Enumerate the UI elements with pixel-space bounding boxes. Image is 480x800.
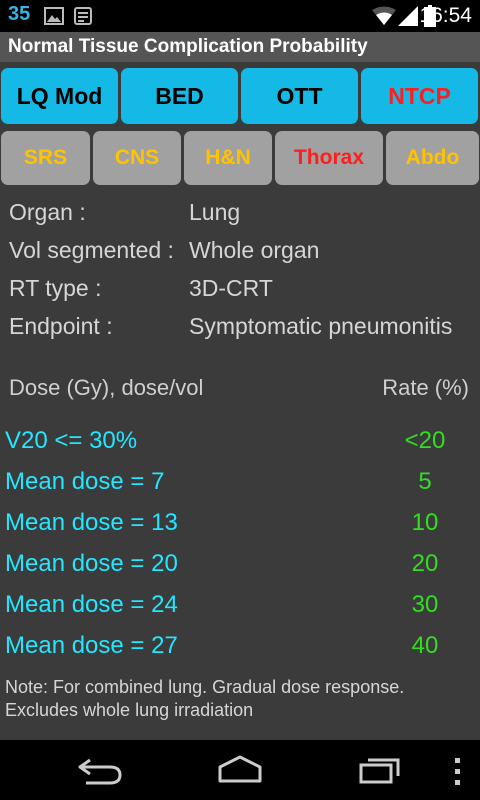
page-title: Normal Tissue Complication Probability (8, 36, 368, 57)
news-icon (74, 7, 92, 25)
vol-segmented-value: Whole organ (189, 237, 320, 263)
category-label: Abdo (405, 146, 460, 169)
notification-count: 35 (8, 3, 31, 25)
rate-cell: 20 (411, 550, 439, 577)
dose-cell: Mean dose = 27 (5, 632, 178, 659)
category-thorax-button[interactable]: Thorax (275, 131, 383, 185)
rate-cell: 5 (418, 468, 432, 495)
tab-lq-mod[interactable]: LQ Mod (1, 68, 118, 124)
navigation-bar (0, 740, 480, 800)
endpoint-value: Symptomatic pneumonitis (189, 313, 453, 339)
footnote: Note: For combined lung. Gradual dose re… (5, 677, 405, 720)
image-icon (44, 7, 64, 25)
clock: 16:54 (419, 4, 472, 27)
rt-type-label: RT type : (9, 275, 102, 301)
recent-apps-icon[interactable] (358, 754, 404, 784)
vol-segmented-label: Vol segmented : (9, 237, 174, 263)
tab-ott[interactable]: OTT (241, 68, 358, 124)
tab-ntcp[interactable]: NTCP (361, 68, 478, 124)
category-label: H&N (205, 146, 251, 169)
tab-label: BED (155, 82, 204, 109)
overflow-menu-icon[interactable] (453, 758, 463, 786)
category-abdo-button[interactable]: Abdo (386, 131, 479, 185)
rate-cell: 30 (411, 591, 439, 618)
tab-bed[interactable]: BED (121, 68, 238, 124)
organ-value: Lung (189, 199, 241, 225)
organ-label: Organ : (9, 199, 86, 225)
category-hn-button[interactable]: H&N (184, 131, 272, 185)
category-label: CNS (114, 146, 160, 169)
back-icon[interactable] (76, 756, 124, 786)
home-icon[interactable] (216, 754, 264, 784)
dose-column-header: Dose (Gy), dose/vol (9, 375, 204, 400)
rate-cell: 10 (411, 509, 439, 536)
wifi-icon (372, 6, 396, 25)
category-srs-button[interactable]: SRS (1, 131, 90, 185)
rate-column-header: Rate (%) (382, 375, 469, 400)
signal-icon (398, 6, 418, 26)
dose-cell: Mean dose = 13 (5, 509, 178, 536)
tab-label: NTCP (388, 82, 451, 109)
tab-label: LQ Mod (16, 82, 103, 109)
endpoint-label: Endpoint : (9, 313, 113, 339)
tab-label: OTT (276, 82, 323, 109)
app-title-bar: Normal Tissue Complication Probability (0, 32, 480, 62)
dose-cell: Mean dose = 20 (5, 550, 178, 577)
dose-cell: Mean dose = 7 (5, 468, 165, 495)
rate-cell: 40 (411, 632, 439, 659)
status-bar: 35 16:54 (0, 0, 480, 32)
category-label: SRS (23, 146, 68, 169)
category-label: Thorax (293, 146, 364, 169)
dose-cell: Mean dose = 24 (5, 591, 178, 618)
category-cns-button[interactable]: CNS (93, 131, 181, 185)
rt-type-value: 3D-CRT (189, 275, 273, 301)
dose-cell: V20 <= 30% (5, 427, 138, 454)
rate-cell: <20 (404, 427, 446, 454)
